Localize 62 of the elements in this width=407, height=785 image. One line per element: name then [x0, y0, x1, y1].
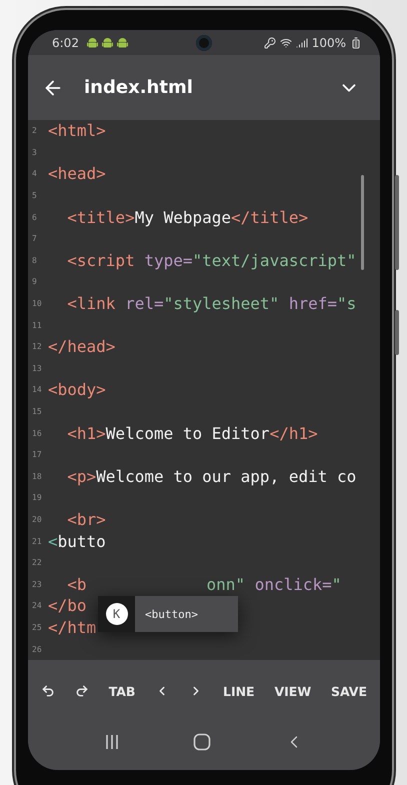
line-number: 16 [31, 428, 43, 438]
key-icon [264, 36, 276, 48]
line-number: 10 [31, 299, 43, 308]
toolbar-button[interactable]: VIEW [271, 680, 314, 702]
code-line: <br> [66, 510, 106, 529]
line-number: 25 [31, 622, 43, 632]
line-number: 2 [31, 126, 38, 136]
recents-button[interactable] [104, 734, 120, 750]
android-icon [86, 36, 98, 48]
file-title: index.html [84, 77, 194, 98]
line-number: 11 [31, 320, 43, 330]
line-number: 9 [31, 277, 38, 286]
line-number: 15 [31, 407, 43, 416]
line-number: 23 [31, 580, 43, 589]
code-line: <script type="text/javascript" [66, 250, 356, 270]
code-line: <head> [48, 164, 106, 184]
line-number: 3 [31, 148, 38, 157]
code-line: <html> [48, 121, 106, 140]
toolbar-button[interactable]: LINE [220, 680, 258, 702]
line-number: 19 [31, 493, 43, 502]
line-number: 8 [31, 256, 38, 265]
code-line: <link rel="stylesheet" href="s [66, 294, 356, 314]
code-line: <body> [48, 380, 106, 400]
code-line: <butto [48, 532, 106, 551]
code-line: onn" onclick=" [206, 574, 342, 594]
android-icon [116, 36, 128, 48]
line-number: 7 [31, 234, 38, 244]
battery-percent: 100% [312, 36, 346, 50]
line-number: 6 [31, 212, 38, 222]
line-number: 22 [31, 558, 43, 568]
toolbar-button[interactable]: TAB [106, 680, 138, 702]
line-number: 12 [31, 342, 43, 352]
code-line: <p>Welcome to our app, edit co [66, 466, 356, 486]
line-number: 5 [31, 191, 38, 200]
code-line: </head> [48, 337, 116, 356]
battery-icon [350, 36, 362, 48]
suggestion-item[interactable]: <button> [135, 596, 238, 632]
code-line: </htm [48, 618, 96, 637]
redo-icon [74, 684, 89, 698]
home-button[interactable] [192, 733, 211, 751]
line-number: 18 [31, 472, 43, 481]
line-number: 21 [31, 536, 43, 546]
code-line: <h1>Welcome to Editor</h1> [66, 424, 318, 443]
line-number: 26 [31, 644, 43, 654]
line-number: 13 [31, 364, 43, 373]
undo-icon [41, 684, 55, 698]
code-line: <title>My Webpage</title> [66, 208, 308, 227]
wifi-icon [280, 36, 292, 48]
camera-hole [196, 35, 212, 51]
home-icon [192, 733, 211, 751]
android-icon [102, 36, 113, 48]
status-time: 6:02 [52, 36, 79, 50]
line-number: 20 [31, 514, 43, 524]
line-number: 14 [31, 385, 43, 394]
keyword-badge: K [106, 603, 128, 625]
recents-icon [104, 734, 120, 750]
line-number: 24 [31, 601, 43, 610]
line-number: 4 [31, 169, 38, 178]
code-line: </bo [48, 596, 87, 616]
toolbar-button[interactable]: SAVE [328, 680, 370, 702]
code-line: <b [66, 574, 87, 594]
line-number: 17 [31, 450, 43, 460]
